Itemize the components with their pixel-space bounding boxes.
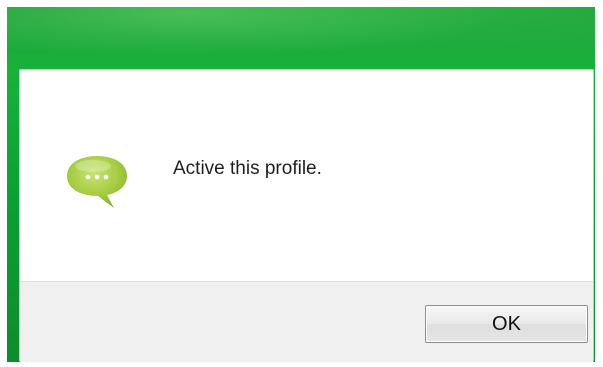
message-dialog: Active this profile. OK — [19, 69, 594, 362]
dialog-button-bar: OK — [20, 281, 593, 362]
screen: Active this profile. OK — [0, 0, 603, 367]
speech-bubble-icon — [67, 156, 127, 208]
dialog-message-area: Active this profile. — [20, 70, 593, 281]
app-window-background: Active this profile. OK — [7, 7, 595, 362]
ok-button[interactable]: OK — [425, 305, 588, 343]
dialog-message-text: Active this profile. — [173, 158, 322, 179]
